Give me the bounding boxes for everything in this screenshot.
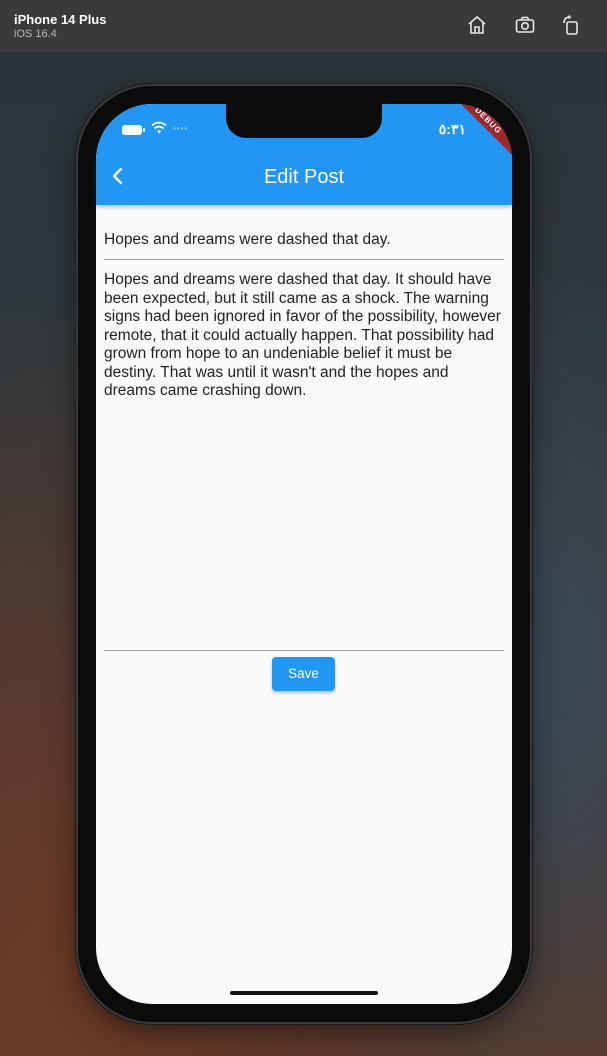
silent-switch bbox=[73, 206, 77, 236]
notch bbox=[226, 104, 382, 138]
battery-icon bbox=[122, 125, 145, 135]
screenshot-icon[interactable] bbox=[514, 14, 536, 36]
phone-screen: •••• ٥:٣١ DEBUG Edit Post Hopes and drea… bbox=[96, 104, 512, 1004]
wifi-icon bbox=[151, 121, 167, 134]
app-bar: •••• ٥:٣١ DEBUG Edit Post bbox=[96, 104, 512, 205]
title-field-underline bbox=[104, 259, 504, 260]
debug-banner: DEBUG bbox=[452, 104, 512, 162]
phone-frame: •••• ٥:٣١ DEBUG Edit Post Hopes and drea… bbox=[73, 86, 535, 1022]
power-button bbox=[531, 286, 535, 381]
body-field-underline bbox=[104, 650, 504, 651]
post-body-field[interactable]: Hopes and dreams were dashed that day. I… bbox=[104, 271, 504, 401]
save-button[interactable]: Save bbox=[272, 657, 335, 691]
simulator-toolbar: iPhone 14 Plus iOS 16.4 bbox=[0, 0, 607, 52]
home-icon[interactable] bbox=[466, 14, 488, 36]
home-indicator[interactable] bbox=[230, 991, 378, 995]
debug-banner-wrap: DEBUG bbox=[452, 104, 512, 164]
rotate-icon[interactable] bbox=[560, 14, 582, 36]
volume-up-button bbox=[73, 266, 77, 326]
page-title: Edit Post bbox=[263, 166, 345, 188]
post-title-field[interactable]: Hopes and dreams were dashed that day. bbox=[104, 231, 504, 249]
simulator-os-version: iOS 16.4 bbox=[14, 28, 57, 40]
volume-down-button bbox=[73, 341, 77, 401]
simulator-device-name: iPhone 14 Plus bbox=[14, 12, 107, 27]
signal-dots-icon: •••• bbox=[173, 124, 189, 133]
